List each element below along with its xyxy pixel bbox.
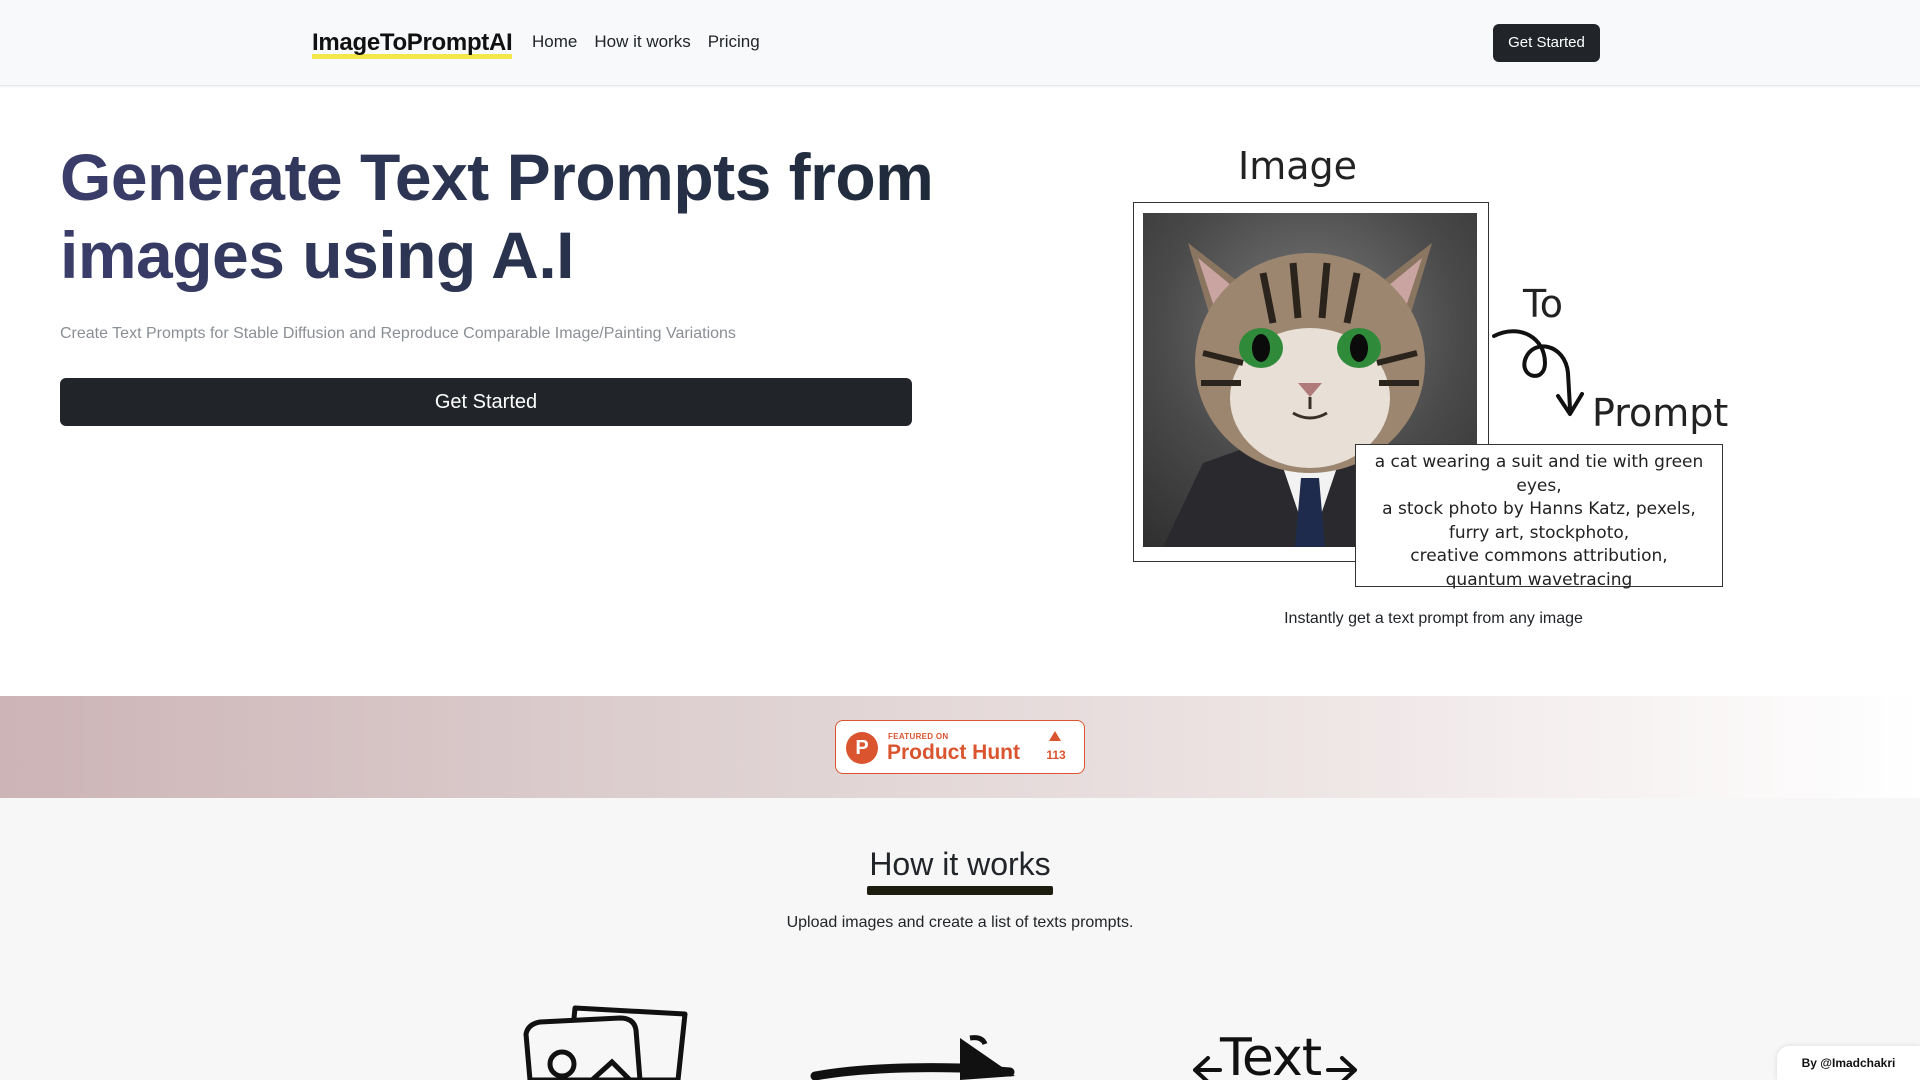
how-it-works-title: How it works — [869, 846, 1051, 882]
hero-title: Generate Text Prompts from images using … — [60, 138, 940, 294]
product-hunt-name: Product Hunt — [887, 741, 1020, 764]
illustration-caption: Instantly get a text prompt from any ima… — [1284, 610, 1583, 627]
nav-link-how-it-works[interactable]: How it works — [594, 30, 690, 54]
image-to-prompt-illustration: Image To Prompt a cat wearing a suit and… — [1120, 138, 1740, 598]
text-output-label: Text — [1220, 1030, 1322, 1080]
product-hunt-featured-label: FEATURED ON — [888, 732, 949, 741]
product-hunt-logo-icon: P — [846, 732, 878, 764]
hero-subtitle: Create Text Prompts for Stable Diffusion… — [60, 325, 736, 342]
nav-links: Home How it works Pricing — [532, 30, 777, 54]
illustration-label-image: Image — [1238, 144, 1358, 188]
upvote-arrow-icon — [1049, 731, 1061, 741]
nav-get-started-button[interactable]: Get Started — [1493, 24, 1600, 62]
prompt-line: furry art, stockphoto, — [1448, 522, 1630, 543]
text-output-icon: Text — [1190, 1030, 1360, 1080]
prompt-line: quantum wavetracing — [1445, 569, 1633, 590]
top-navbar: ImageToPromptAI Home How it works Pricin… — [0, 0, 1920, 86]
hero-get-started-button[interactable]: Get Started — [60, 378, 912, 426]
title-underline — [867, 886, 1053, 895]
upload-images-icon — [523, 1005, 688, 1080]
how-it-works-subtitle: Upload images and create a list of texts… — [786, 914, 1134, 931]
brush-arrow-icon — [810, 1035, 1015, 1080]
prompt-line: a stock photo by Hanns Katz, pexels, — [1382, 499, 1696, 519]
prompt-line: creative commons attribution, — [1410, 546, 1668, 566]
author-credit-badge[interactable]: By @Imadchakri — [1777, 1046, 1920, 1080]
product-hunt-badge[interactable]: P FEATURED ON Product Hunt 113 — [835, 720, 1085, 774]
nav-link-pricing[interactable]: Pricing — [708, 30, 760, 54]
prompt-text-box: a cat wearing a suit and tie with green … — [1355, 444, 1723, 590]
prompt-line: a cat wearing a suit and tie with green … — [1374, 452, 1704, 496]
illustration-label-prompt: Prompt — [1592, 391, 1729, 435]
nav-link-home[interactable]: Home — [532, 30, 577, 54]
upvote-count: 113 — [1046, 748, 1066, 762]
brand-logo[interactable]: ImageToPromptAI — [312, 27, 513, 59]
